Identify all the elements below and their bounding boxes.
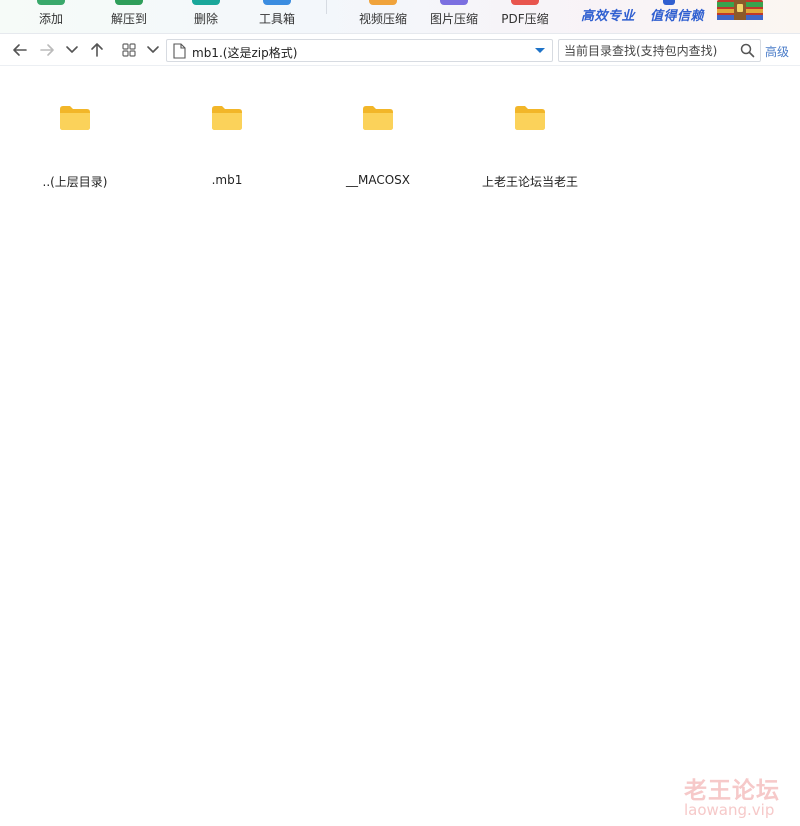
file-name: 上老王论坛当老王: [481, 175, 578, 189]
add-button-label: 添加: [38, 12, 63, 26]
file-name: __MACOSX: [345, 173, 410, 187]
toolbox-button[interactable]: 工具箱: [247, 0, 307, 34]
search-box[interactable]: [558, 39, 761, 62]
up-level-button[interactable]: [87, 41, 107, 59]
toolbar-divider: [326, 0, 327, 14]
file-name: ..(上层目录): [42, 175, 108, 189]
file-name: .mb1: [211, 173, 243, 187]
add-button[interactable]: 添加: [24, 0, 78, 34]
navigation-bar: mb1.(这是zip格式) 高级: [0, 34, 800, 66]
back-button[interactable]: [10, 41, 30, 59]
list-item-parent-directory[interactable]: ..(上层目录): [10, 97, 140, 197]
image-compress-button[interactable]: 图片压缩: [422, 0, 486, 34]
folder-icon: [515, 106, 545, 130]
image-compress-icon: [440, 0, 468, 5]
watermark-text: 老王论坛: [684, 778, 780, 804]
extract-to-button[interactable]: 解压到: [100, 0, 158, 34]
list-item-macosx[interactable]: __MACOSX: [313, 97, 443, 197]
chevron-down-icon: [147, 46, 159, 53]
toolbar: 添加 解压到 删除 工具箱 视频压缩 图片压缩 PDF压缩 高效专业 值得信赖: [0, 0, 800, 34]
search-input[interactable]: [559, 40, 739, 61]
watermark-url: laowang.vip: [684, 801, 775, 819]
arrow-up-icon: [91, 43, 103, 57]
search-icon[interactable]: [740, 43, 755, 58]
file-icon: [173, 43, 186, 59]
address-dropdown-icon[interactable]: [535, 48, 545, 53]
winrar-logo-icon: [717, 0, 763, 20]
history-dropdown-button[interactable]: [62, 41, 82, 59]
arrow-left-icon: [13, 44, 27, 56]
advanced-search-link[interactable]: 高级: [765, 43, 789, 60]
toolbox-button-label: 工具箱: [258, 12, 295, 26]
add-icon: [37, 0, 65, 5]
grid-view-icon: [122, 43, 136, 57]
extract-icon: [115, 0, 143, 5]
current-path: mb1.(这是zip格式): [192, 46, 298, 60]
folder-icon: [60, 106, 90, 130]
delete-icon: [192, 0, 220, 5]
list-item-laowang-folder[interactable]: 上老王论坛当老王: [465, 97, 595, 197]
chevron-down-icon: [66, 46, 78, 53]
delete-button-label: 删除: [193, 12, 218, 26]
list-item-mb1[interactable]: .mb1: [162, 97, 292, 197]
folder-icon: [363, 106, 393, 130]
video-compress-button[interactable]: 视频压缩: [351, 0, 415, 34]
delete-button[interactable]: 删除: [179, 0, 233, 34]
arrow-right-icon: [40, 44, 54, 56]
pdf-compress-icon: [511, 0, 539, 5]
file-list: ..(上层目录) .mb1 __MACOSX 上老王论坛当老王: [0, 67, 800, 826]
video-compress-button-label: 视频压缩: [358, 12, 407, 26]
pdf-compress-button[interactable]: PDF压缩: [493, 0, 557, 34]
address-bar[interactable]: mb1.(这是zip格式): [166, 39, 553, 62]
slogan-efficient: 高效专业: [581, 9, 636, 24]
view-mode-dropdown-button[interactable]: [143, 41, 163, 59]
view-mode-button[interactable]: [119, 41, 139, 59]
video-compress-icon: [369, 0, 397, 5]
image-compress-button-label: 图片压缩: [429, 12, 478, 26]
pdf-compress-button-label: PDF压缩: [501, 12, 549, 26]
slogan-trustworthy: 值得信赖: [650, 9, 705, 24]
extract-to-button-label: 解压到: [110, 12, 147, 26]
folder-icon: [212, 106, 242, 130]
forward-button[interactable]: [37, 41, 57, 59]
toolbox-icon: [263, 0, 291, 5]
